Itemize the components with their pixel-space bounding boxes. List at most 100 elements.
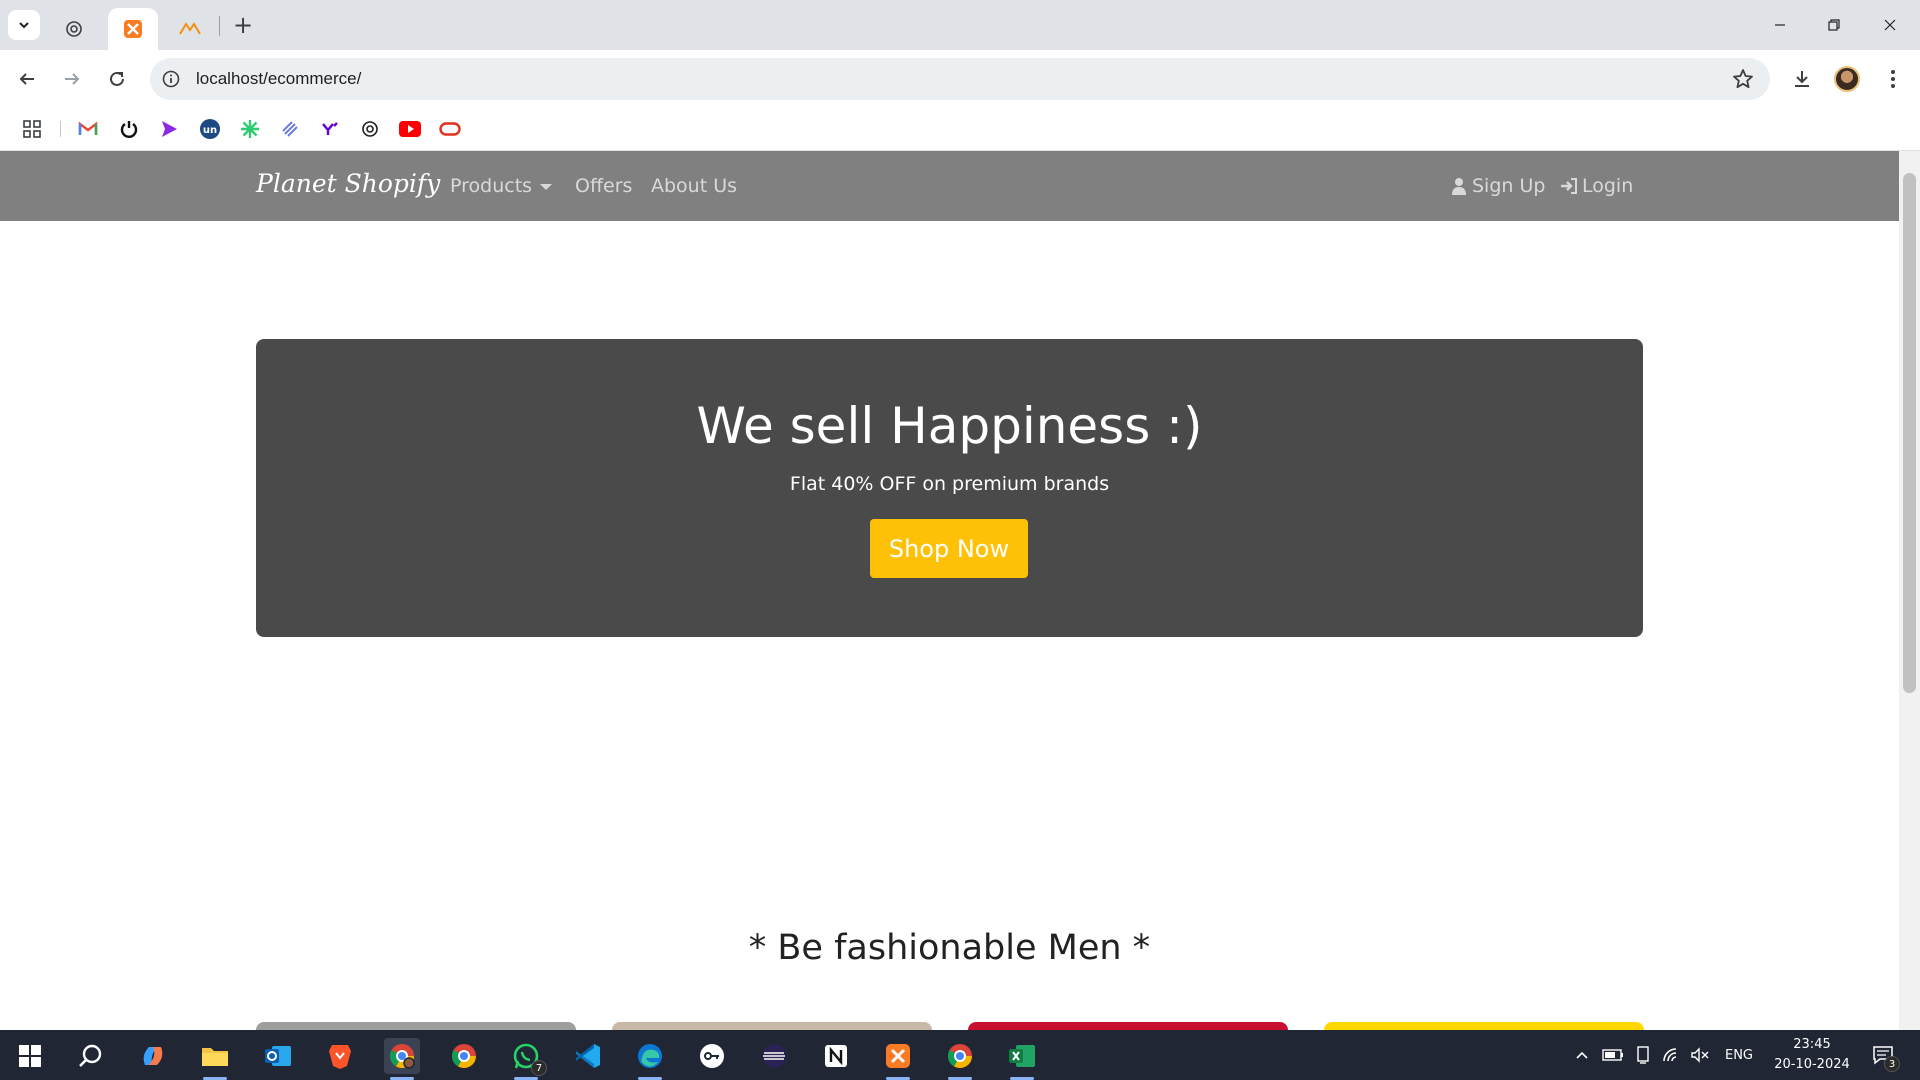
site-navbar: Planet Shopify Products Offers About Us …: [0, 151, 1899, 221]
oracle-icon[interactable]: [438, 117, 462, 141]
restore-button[interactable]: [1806, 0, 1862, 50]
vscode-icon[interactable]: [570, 1038, 606, 1074]
site-brand[interactable]: Planet Shopify: [256, 169, 440, 198]
chrome-profile-icon[interactable]: [384, 1038, 420, 1080]
chevron-down-icon: [19, 22, 29, 29]
brave-icon[interactable]: [322, 1038, 358, 1074]
notion-icon[interactable]: [818, 1038, 854, 1074]
notification-count-badge: 3: [1884, 1056, 1900, 1072]
tab-xampp[interactable]: [108, 8, 158, 50]
openai-icon: [66, 21, 82, 37]
more-vertical-icon: [1891, 70, 1895, 88]
sign-in-icon: [1560, 177, 1578, 195]
nav-offers-link[interactable]: Offers: [575, 175, 632, 197]
yahoo-icon[interactable]: [318, 117, 342, 141]
restore-icon: [1828, 19, 1840, 31]
chrome-test-icon[interactable]: [942, 1038, 978, 1080]
copilot-icon[interactable]: [135, 1038, 171, 1074]
keyboard-app-icon[interactable]: [694, 1038, 730, 1074]
chevron-up-icon[interactable]: [1572, 1044, 1592, 1066]
bookmark-separator: [60, 121, 61, 137]
section-title: * Be fashionable Men *: [748, 928, 1151, 968]
volume-muted-icon[interactable]: [1688, 1044, 1712, 1066]
openai-icon[interactable]: [358, 117, 382, 141]
bookmark-star-icon[interactable]: [1732, 68, 1754, 90]
hero-banner: We sell Happiness :) Flat 40% OFF on pre…: [256, 339, 1643, 637]
nav-signup-label: Sign Up: [1472, 175, 1546, 197]
nav-login-label: Login: [1582, 175, 1634, 197]
shop-now-button[interactable]: Shop Now: [870, 519, 1028, 578]
arrow-right-icon: [65, 73, 80, 85]
chrome-icon[interactable]: [446, 1038, 482, 1074]
browser-tab-bar: +: [0, 0, 1920, 50]
close-icon: [1884, 19, 1896, 31]
close-window-button[interactable]: [1862, 0, 1918, 50]
phpmyadmin-icon: [179, 22, 201, 35]
back-button[interactable]: [10, 62, 44, 96]
url-text[interactable]: localhost/ecommerce/: [196, 69, 361, 89]
battery-icon[interactable]: [1601, 1044, 1625, 1066]
product-card[interactable]: [612, 1022, 932, 1030]
wifi-icon[interactable]: [1660, 1044, 1684, 1066]
search-icon[interactable]: [72, 1038, 108, 1074]
nav-products-label: Products: [450, 175, 533, 197]
eclipse-icon[interactable]: [756, 1038, 792, 1074]
clock-date: 20-10-2024: [1774, 1057, 1850, 1072]
nav-login-link[interactable]: Login: [1560, 175, 1633, 197]
download-icon: [1795, 71, 1809, 87]
product-card[interactable]: [1324, 1022, 1644, 1030]
browser-toolbar: localhost/ecommerce/: [0, 50, 1920, 107]
page-viewport: Planet Shopify Products Offers About Us …: [0, 151, 1920, 1030]
gmail-icon[interactable]: [76, 117, 100, 141]
excel-icon[interactable]: [1004, 1038, 1040, 1080]
unstop-icon[interactable]: un: [198, 117, 222, 141]
nav-signup-link[interactable]: Sign Up: [1450, 175, 1545, 197]
apps-icon[interactable]: [20, 117, 44, 141]
power-icon[interactable]: [117, 117, 141, 141]
avatar: [1834, 66, 1860, 92]
file-explorer-icon[interactable]: [197, 1038, 233, 1080]
caret-down-icon: [540, 184, 553, 190]
profile-button[interactable]: [1830, 62, 1864, 96]
xampp-icon[interactable]: [880, 1038, 916, 1080]
scrollbar-thumb[interactable]: [1903, 173, 1916, 693]
device-icon[interactable]: [1633, 1044, 1653, 1066]
bookmarks-bar: un: [0, 107, 1920, 151]
product-card[interactable]: [256, 1022, 576, 1030]
tab-search-button[interactable]: [8, 10, 40, 40]
user-icon: [1450, 177, 1468, 195]
browser-menu-button[interactable]: [1876, 62, 1910, 96]
linear-icon[interactable]: [278, 117, 302, 141]
outlook-icon[interactable]: [260, 1038, 296, 1074]
site-info-icon[interactable]: [160, 68, 182, 90]
whatsapp-badge: 7: [531, 1060, 547, 1076]
prime-video-icon[interactable]: [157, 117, 181, 141]
system-clock[interactable]: 23:45 20-10-2024: [1762, 1035, 1862, 1075]
whatsapp-icon[interactable]: 7: [508, 1038, 547, 1080]
tab-chatgpt[interactable]: [56, 8, 92, 50]
product-card[interactable]: [968, 1022, 1288, 1030]
svg-text:un: un: [203, 125, 217, 136]
address-bar[interactable]: localhost/ecommerce/: [150, 58, 1770, 100]
youtube-icon[interactable]: [398, 117, 422, 141]
reload-icon: [110, 71, 124, 86]
downloads-button[interactable]: [1785, 62, 1819, 96]
page-scrollbar[interactable]: [1899, 151, 1920, 1030]
nav-products-dropdown[interactable]: Products: [450, 175, 553, 197]
tab-phpmyadmin[interactable]: [172, 8, 208, 50]
forward-button[interactable]: [55, 62, 89, 96]
language-indicator[interactable]: ENG: [1720, 1044, 1758, 1066]
windows-start-icon[interactable]: [12, 1038, 48, 1074]
perplexity-icon[interactable]: [238, 117, 262, 141]
notifications-button[interactable]: 3: [1868, 1044, 1900, 1072]
clock-time: 23:45: [1793, 1037, 1831, 1052]
nav-about-link[interactable]: About Us: [651, 175, 737, 197]
minimize-button[interactable]: [1752, 0, 1808, 50]
hero-title: We sell Happiness :): [696, 397, 1203, 455]
edge-icon[interactable]: [632, 1038, 668, 1080]
reload-button[interactable]: [100, 62, 134, 96]
xampp-icon: [124, 20, 142, 38]
hero-subtitle: Flat 40% OFF on premium brands: [789, 473, 1110, 495]
minimize-icon: [1775, 24, 1785, 26]
new-tab-button[interactable]: +: [228, 10, 258, 40]
